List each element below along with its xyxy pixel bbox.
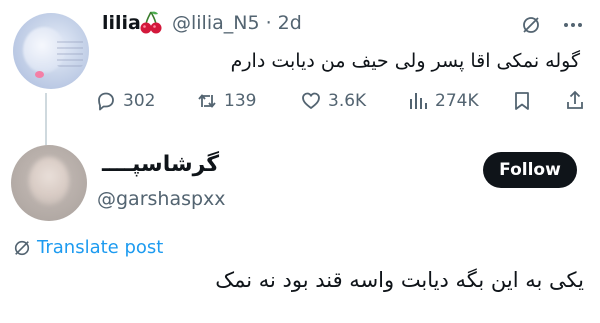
thread-connector-line bbox=[45, 93, 47, 145]
reply-icon bbox=[98, 92, 114, 111]
display-name[interactable]: lilia bbox=[102, 12, 141, 34]
like-button[interactable]: 3.6K bbox=[300, 88, 366, 114]
avatar-blur-overlay bbox=[29, 157, 69, 205]
grok-icon[interactable] bbox=[521, 15, 541, 35]
heart-icon bbox=[302, 92, 320, 109]
cherries-icon bbox=[140, 11, 162, 34]
like-count: 3.6K bbox=[328, 91, 367, 111]
follow-button[interactable]: Follow bbox=[483, 152, 577, 188]
avatar-watermark bbox=[57, 37, 83, 67]
repost-button[interactable]: 139 bbox=[196, 88, 256, 114]
display-name[interactable]: گرشاسپــــ bbox=[102, 152, 219, 177]
repost-icon bbox=[198, 94, 216, 108]
more-options-icon[interactable] bbox=[561, 15, 585, 35]
views-button[interactable]: 274K bbox=[407, 88, 479, 114]
share-icon[interactable] bbox=[564, 89, 586, 111]
tweet-text: گوله نمکی اقا پسر ولی حیف من دیابت دارم bbox=[230, 50, 580, 72]
tweet-text: یکی به این بگه دیابت واسه قند بود نه نمک bbox=[215, 268, 584, 292]
view-count: 274K bbox=[435, 91, 479, 111]
avatar-flower bbox=[35, 71, 44, 78]
grok-icon bbox=[14, 240, 30, 255]
translate-post-label: Translate post bbox=[37, 237, 164, 258]
repost-count: 139 bbox=[224, 91, 257, 111]
handle[interactable]: @garshaspxx bbox=[97, 188, 226, 210]
translate-post-link[interactable]: Translate post bbox=[13, 237, 163, 258]
avatar[interactable] bbox=[13, 13, 89, 89]
reply-button[interactable]: 302 bbox=[95, 88, 155, 114]
handle-and-timestamp[interactable]: @lilia_N5 · 2d bbox=[172, 12, 302, 34]
bookmark-icon[interactable] bbox=[511, 90, 533, 112]
views-chart-icon bbox=[410, 93, 427, 109]
avatar[interactable] bbox=[11, 145, 87, 221]
reply-count: 302 bbox=[123, 91, 156, 111]
